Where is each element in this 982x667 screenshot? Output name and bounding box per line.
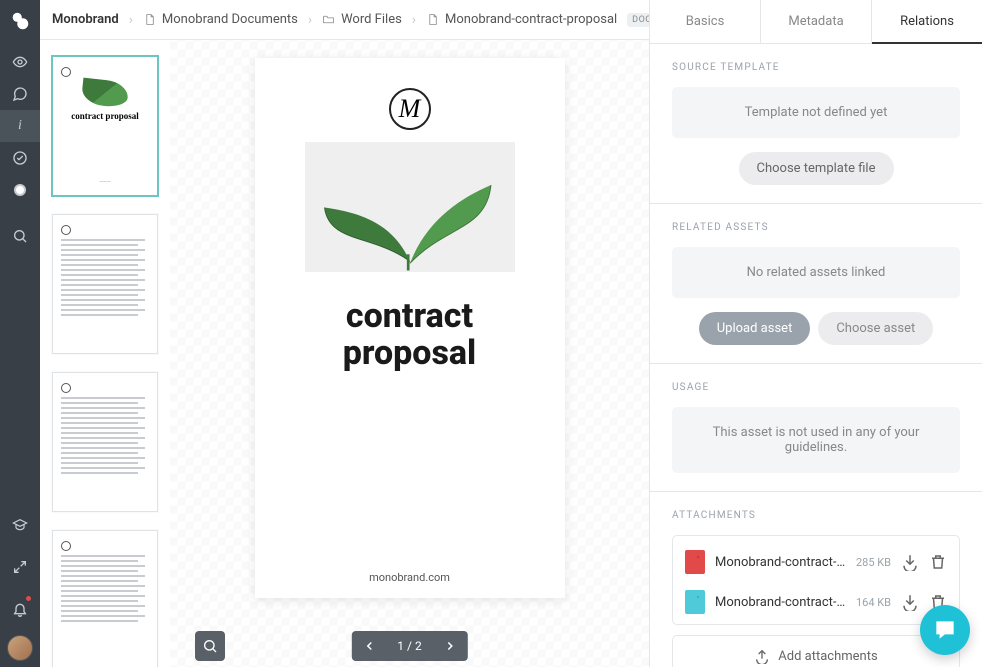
chat-icon <box>932 617 958 643</box>
document-icon <box>426 13 439 26</box>
indd-file-icon <box>685 590 705 614</box>
app-logo-icon <box>9 10 31 32</box>
choose-asset-button[interactable]: Choose asset <box>818 312 933 345</box>
thumbnail-page-2[interactable] <box>52 214 158 354</box>
tab-relations[interactable]: Relations <box>872 0 982 44</box>
tab-metadata[interactable]: Metadata <box>761 0 872 43</box>
breadcrumb-item-folder[interactable]: Word Files <box>322 12 402 27</box>
thumbnail-page-1[interactable]: contract proposal ——— <box>52 56 158 196</box>
attachment-row: Monobrand-contract-propo... 285 KB <box>685 542 947 582</box>
sidebar-search-icon[interactable] <box>0 220 40 252</box>
attachments-title: ATTACHMENTS <box>672 510 960 521</box>
left-sidebar: i <box>0 0 40 667</box>
chat-launcher-button[interactable] <box>920 605 970 655</box>
attachment-size: 285 KB <box>856 556 891 569</box>
document-footer: monobrand.com <box>369 541 450 584</box>
zoom-button[interactable] <box>195 631 225 661</box>
brand-logo: M <box>389 88 431 130</box>
panel-tabs: Basics Metadata Relations <box>650 0 982 44</box>
tab-basics[interactable]: Basics <box>650 0 761 43</box>
sidebar-academy-icon[interactable] <box>0 509 40 541</box>
delete-icon[interactable] <box>929 553 947 571</box>
sidebar-expand-icon[interactable] <box>0 551 40 583</box>
pager-next-button[interactable] <box>432 631 468 661</box>
document-title: contractproposal <box>343 298 476 373</box>
thumbnail-strip: contract proposal ——— <box>40 40 170 667</box>
usage-title: USAGE <box>672 382 960 393</box>
download-icon[interactable] <box>901 593 919 611</box>
user-avatar[interactable] <box>7 635 33 661</box>
related-assets-section: RELATED ASSETS No related assets linked … <box>650 204 982 364</box>
thumbnail-page-3[interactable] <box>52 372 158 512</box>
notification-dot <box>25 595 32 602</box>
download-icon[interactable] <box>901 553 919 571</box>
breadcrumb-root[interactable]: Monobrand <box>52 12 119 27</box>
document-icon <box>143 13 156 26</box>
source-template-section: SOURCE TEMPLATE Template not defined yet… <box>650 44 982 204</box>
choose-template-button[interactable]: Choose template file <box>739 152 894 185</box>
attachment-row: Monobrand-contract-propos... 164 KB <box>685 582 947 622</box>
add-attachments-button[interactable]: Add attachments <box>672 635 960 667</box>
upload-asset-button[interactable]: Upload asset <box>699 312 811 345</box>
pdf-file-icon <box>685 550 705 574</box>
source-template-title: SOURCE TEMPLATE <box>672 62 960 73</box>
upload-icon <box>754 648 770 664</box>
sidebar-notifications-icon[interactable] <box>0 593 40 625</box>
sidebar-info-icon[interactable]: i <box>0 110 40 142</box>
related-assets-empty: No related assets linked <box>672 247 960 298</box>
document-page: M contractproposal <box>255 58 565 598</box>
source-template-empty: Template not defined yet <box>672 87 960 138</box>
viewer-pager: 1 / 2 <box>351 631 467 661</box>
attachment-name[interactable]: Monobrand-contract-propo... <box>715 555 846 570</box>
sidebar-view-icon[interactable] <box>0 46 40 78</box>
sidebar-comment-icon[interactable] <box>0 78 40 110</box>
breadcrumb: Monobrand › Monobrand Documents › Word F… <box>40 0 649 40</box>
breadcrumb-item-docs[interactable]: Monobrand Documents <box>143 12 298 27</box>
attachment-size: 164 KB <box>856 596 891 609</box>
usage-section: USAGE This asset is not used in any of y… <box>650 364 982 492</box>
folder-icon <box>322 13 335 26</box>
document-viewer: M contractproposal <box>170 40 649 667</box>
sidebar-check-icon[interactable] <box>0 142 40 174</box>
usage-empty: This asset is not used in any of your gu… <box>672 407 960 473</box>
thumbnail-page-4[interactable] <box>52 530 158 667</box>
details-panel: Basics Metadata Relations SOURCE TEMPLAT… <box>649 0 982 667</box>
hero-image <box>305 142 515 272</box>
pager-indicator: 1 / 2 <box>387 639 431 653</box>
attachment-name[interactable]: Monobrand-contract-propos... <box>715 595 846 610</box>
related-assets-title: RELATED ASSETS <box>672 222 960 233</box>
breadcrumb-item-file[interactable]: Monobrand-contract-proposal <box>426 12 617 27</box>
sidebar-record-icon[interactable] <box>0 174 40 206</box>
pager-prev-button[interactable] <box>351 631 387 661</box>
